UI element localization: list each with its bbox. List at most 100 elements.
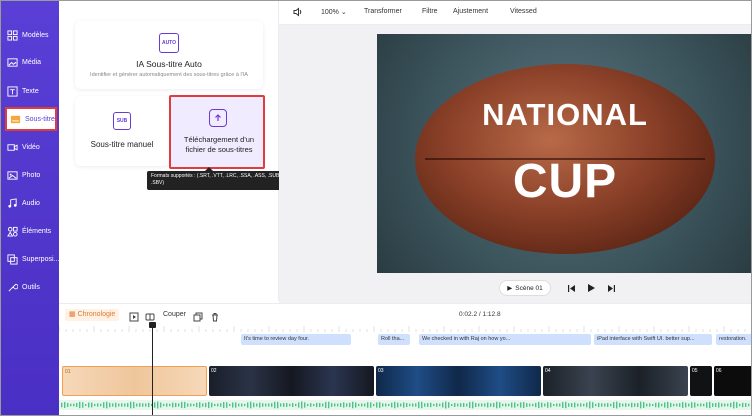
waveform-bar: [604, 403, 606, 407]
waveform-bar: [388, 403, 390, 407]
transform-button[interactable]: Transformer: [364, 8, 402, 15]
rail-item-texte[interactable]: Texte: [1, 77, 59, 105]
waveform-bar: [748, 403, 750, 407]
play-icon[interactable]: [583, 280, 599, 296]
video-clip[interactable]: 02: [209, 366, 374, 396]
waveform-bar: [301, 401, 303, 409]
video-preview[interactable]: NATIONAL CUP: [377, 34, 751, 273]
waveform-bar: [145, 403, 147, 407]
app-window: Modèles Média Texte Sous-titre Vidéo Pho…: [0, 0, 752, 416]
rail-item-video[interactable]: Vidéo: [1, 133, 59, 161]
waveform-bar: [712, 403, 714, 407]
waveform-bar: [565, 401, 567, 409]
skip-forward-icon[interactable]: [603, 280, 619, 296]
waveform-bar: [634, 403, 636, 407]
rail-item-media[interactable]: Média: [1, 48, 59, 76]
waveform-bar: [481, 403, 483, 407]
waveform-bar: [532, 403, 534, 407]
scene-button[interactable]: ▶ Scène 01: [499, 280, 551, 296]
waveform-bar: [739, 403, 741, 407]
video-clip[interactable]: 01: [62, 366, 207, 396]
video-clip[interactable]: 03: [376, 366, 541, 396]
elements-icon: [7, 226, 18, 237]
music-icon: [8, 197, 17, 208]
subtitle-clip[interactable]: restoration.: [716, 334, 751, 345]
waveform-bar: [676, 403, 678, 407]
waveform-bar: [385, 403, 387, 407]
subtitle-clip[interactable]: We checked in with Raj on how yo...: [419, 334, 591, 345]
waveform-bar: [550, 402, 552, 408]
waveform-bar: [409, 403, 411, 407]
rail-item-elements[interactable]: Éléments: [1, 217, 59, 245]
video-clip[interactable]: 05: [690, 366, 712, 396]
waveform-bar: [424, 403, 426, 407]
waveform-bar: [421, 401, 423, 409]
text-icon: [7, 85, 18, 97]
waveform-bar: [289, 403, 291, 407]
adjust-button[interactable]: Ajustement: [453, 8, 488, 15]
zoom-select[interactable]: 100% ⌄: [321, 8, 347, 16]
insert-icon[interactable]: [129, 309, 140, 322]
rail-label: Éléments: [22, 227, 52, 235]
subtitle-clip[interactable]: It's time to review day four.: [241, 334, 351, 345]
waveform-bar: [115, 402, 117, 408]
waveform-bar: [319, 402, 321, 408]
rail-item-modeles[interactable]: Modèles: [1, 21, 59, 49]
waveform-bar: [334, 403, 336, 407]
video-clip[interactable]: 04: [543, 366, 688, 396]
waveform-bar: [484, 403, 486, 407]
waveform-bar: [196, 402, 198, 408]
rail-item-sous-titre[interactable]: Sous-titre: [5, 107, 57, 131]
chronologie-button[interactable]: ▦ Chronologie: [65, 309, 120, 321]
waveform-bar: [520, 402, 522, 408]
waveform-bar: [325, 401, 327, 409]
subtitle-clip[interactable]: Roll tha...: [378, 334, 410, 345]
sub-icon: SUB: [113, 112, 131, 130]
auto-subtitle-card[interactable]: AUTO IA Sous-titre Auto Identifier et gé…: [75, 21, 263, 89]
waveform-bar: [232, 402, 234, 408]
waveform-bar: [73, 403, 75, 407]
waveform-bar: [82, 402, 84, 408]
tools-icon: [8, 283, 18, 291]
manual-subtitle-card[interactable]: SUB Sous-titre manuel: [75, 96, 169, 166]
playback-controls: ▶ Scène 01: [499, 277, 669, 299]
waveform-bar: [475, 402, 477, 408]
video-clip[interactable]: 06: [714, 366, 751, 396]
waveform-bar: [718, 402, 720, 408]
rail-item-audio[interactable]: Audio: [1, 189, 59, 217]
rail-item-photo[interactable]: Photo: [1, 161, 59, 189]
audio-waveform[interactable]: [59, 400, 752, 410]
rail-item-superposition[interactable]: Superposi...: [1, 245, 59, 273]
subtitle-icon: [10, 115, 21, 123]
playhead[interactable]: [149, 322, 156, 415]
video-title-line1: NATIONAL: [482, 97, 648, 132]
subtitle-clip[interactable]: iPad interface with Swift UI. better sup…: [594, 334, 712, 345]
skip-back-icon[interactable]: [563, 280, 579, 296]
waveform-bar: [700, 403, 702, 407]
copy-icon[interactable]: [193, 309, 204, 322]
waveform-bar: [172, 402, 174, 408]
waveform-bar: [589, 401, 591, 409]
waveform-bar: [580, 403, 582, 407]
filter-button[interactable]: Filtre: [422, 8, 438, 15]
waveform-bar: [490, 403, 492, 407]
rail-label: Sous-titre: [25, 115, 55, 123]
volume-icon[interactable]: [293, 7, 303, 19]
waveform-bar: [697, 403, 699, 407]
waveform-bar: [292, 403, 294, 407]
waveform-bar: [253, 402, 255, 408]
waveform-bar: [127, 403, 129, 407]
waveform-bar: [643, 402, 645, 408]
upload-icon: [209, 109, 227, 127]
cut-button[interactable]: Couper: [163, 311, 186, 318]
speed-button[interactable]: Vitessed: [510, 8, 537, 15]
trash-icon[interactable]: [210, 309, 221, 322]
upload-subtitle-card[interactable]: Téléchargement d'un fichier de sous-titr…: [169, 95, 265, 169]
waveform-bar: [298, 402, 300, 408]
waveform-bar: [511, 402, 513, 408]
waveform-bar: [91, 402, 93, 408]
split-icon[interactable]: [145, 309, 156, 321]
waveform-bar: [259, 402, 261, 408]
waveform-bar: [328, 401, 330, 409]
rail-item-outils[interactable]: Outils: [1, 273, 59, 301]
